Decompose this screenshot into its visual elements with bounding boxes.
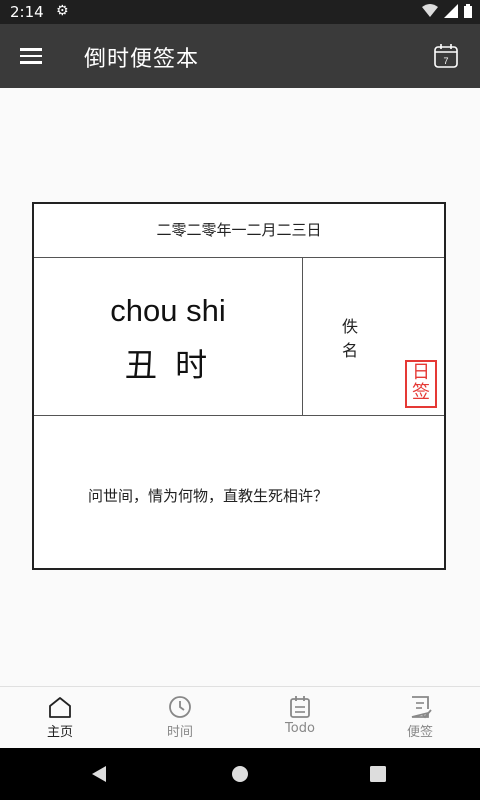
battery-icon xyxy=(464,4,472,18)
red-seal-stamp: 日签 xyxy=(405,360,437,408)
card-author-section: 佚名 日签 xyxy=(302,257,444,416)
card-time-section: chou shi 丑 时 xyxy=(34,257,303,416)
bottom-navigation: 主页 时间 Todo 便签 xyxy=(0,686,480,749)
app-bar: 倒时便签本 7 xyxy=(0,24,480,88)
nav-item-todo[interactable]: Todo xyxy=(240,687,360,749)
nav-label-home: 主页 xyxy=(46,725,73,740)
status-bar: 2:14 ⚙ xyxy=(0,0,480,24)
status-icons xyxy=(422,4,472,18)
wifi-icon xyxy=(422,4,438,17)
recents-icon[interactable] xyxy=(370,766,386,782)
todo-icon xyxy=(290,696,310,718)
nav-label-notes: 便签 xyxy=(406,725,433,740)
time-hanzi: 丑 时 xyxy=(124,346,212,384)
signal-icon xyxy=(444,4,458,18)
nav-label-time: 时间 xyxy=(166,725,193,740)
time-pinyin: chou shi xyxy=(110,293,226,328)
home-icon xyxy=(49,697,71,718)
home-circle-icon[interactable] xyxy=(231,765,249,783)
clock-icon xyxy=(169,696,191,718)
calendar-icon[interactable]: 7 xyxy=(432,42,460,70)
system-navigation-bar xyxy=(0,748,480,800)
app-title: 倒时便签本 xyxy=(84,47,200,72)
note-icon xyxy=(411,696,432,719)
settings-gear-icon: ⚙ xyxy=(56,3,69,19)
nav-item-home[interactable]: 主页 xyxy=(0,687,120,749)
daily-note-card: 二零二零年一二月二三日 chou shi 丑 时 佚名 日签 问世间，情为何物，… xyxy=(32,202,446,570)
nav-item-notes[interactable]: 便签 xyxy=(360,687,480,749)
card-date: 二零二零年一二月二三日 xyxy=(34,204,444,258)
status-time: 2:14 xyxy=(10,3,44,21)
card-quote-section: 问世间，情为何物，直教生死相许？ xyxy=(34,415,444,570)
nav-label-todo: Todo xyxy=(285,721,315,736)
nav-item-time[interactable]: 时间 xyxy=(120,687,240,749)
author-name: 佚名 xyxy=(342,317,359,360)
menu-icon[interactable] xyxy=(20,44,44,68)
quote-text: 问世间，情为何物，直教生死相许？ xyxy=(88,487,329,505)
back-icon[interactable] xyxy=(90,765,108,783)
calendar-day: 7 xyxy=(443,56,448,66)
